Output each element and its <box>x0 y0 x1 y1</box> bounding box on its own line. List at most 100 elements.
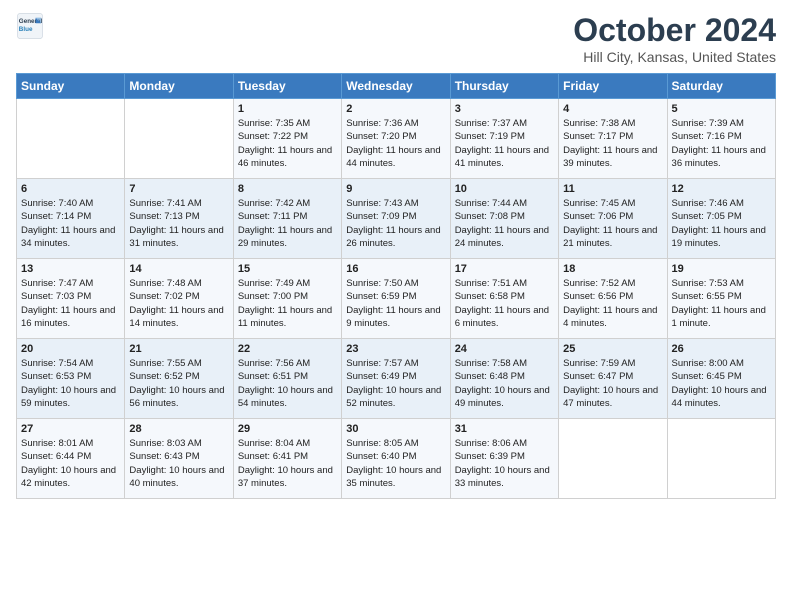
cell-info: Sunrise: 7:35 AM Sunset: 7:22 PM Dayligh… <box>238 117 337 170</box>
calendar-cell <box>125 99 233 179</box>
day-number: 19 <box>672 263 771 275</box>
calendar-week-row: 13 Sunrise: 7:47 AM Sunset: 7:03 PM Dayli… <box>17 259 776 339</box>
calendar-cell: 30Sunrise: 8:05 AM Sunset: 6:40 PM Dayli… <box>342 419 450 499</box>
cell-info: Sunrise: 8:01 AM Sunset: 6:44 PM Dayligh… <box>21 437 120 490</box>
cell-info: Sunrise: 7:56 AM Sunset: 6:51 PM Dayligh… <box>238 357 337 410</box>
calendar-cell: 27 Sunrise: 8:01 AM Sunset: 6:44 PM Dayli… <box>17 419 125 499</box>
cell-info: Sunrise: 7:46 AM Sunset: 7:05 PM Dayligh… <box>672 197 771 250</box>
calendar-cell: 14 Sunrise: 7:48 AM Sunset: 7:02 PM Dayli… <box>125 259 233 339</box>
svg-text:Blue: Blue <box>19 26 33 33</box>
calendar-cell: 5 Sunrise: 7:39 AM Sunset: 7:16 PM Daylig… <box>667 99 775 179</box>
cell-info: Sunrise: 7:49 AM Sunset: 7:00 PM Dayligh… <box>238 277 337 330</box>
day-number: 13 <box>21 263 120 275</box>
day-number: 14 <box>129 263 228 275</box>
calendar-cell: 29Sunrise: 8:04 AM Sunset: 6:41 PM Dayli… <box>233 419 341 499</box>
day-number: 3 <box>455 103 554 115</box>
calendar-cell: 17 Sunrise: 7:51 AM Sunset: 6:58 PM Dayli… <box>450 259 558 339</box>
calendar-cell <box>667 419 775 499</box>
cell-info: Sunrise: 7:38 AM Sunset: 7:17 PM Dayligh… <box>563 117 662 170</box>
day-number: 10 <box>455 183 554 195</box>
cell-info: Sunrise: 7:48 AM Sunset: 7:02 PM Dayligh… <box>129 277 228 330</box>
calendar-cell: 19 Sunrise: 7:53 AM Sunset: 6:55 PM Dayli… <box>667 259 775 339</box>
day-number: 5 <box>672 103 771 115</box>
calendar-cell: 9 Sunrise: 7:43 AM Sunset: 7:09 PM Daylig… <box>342 179 450 259</box>
logo: General Blue <box>16 12 44 40</box>
calendar-week-row: 1 Sunrise: 7:35 AM Sunset: 7:22 PM Daylig… <box>17 99 776 179</box>
calendar-cell: 15 Sunrise: 7:49 AM Sunset: 7:00 PM Dayli… <box>233 259 341 339</box>
cell-info: Sunrise: 8:03 AM Sunset: 6:43 PM Dayligh… <box>129 437 228 490</box>
day-number: 15 <box>238 263 337 275</box>
calendar-cell: 1 Sunrise: 7:35 AM Sunset: 7:22 PM Daylig… <box>233 99 341 179</box>
day-number: 23 <box>346 343 445 355</box>
calendar-cell: 25Sunrise: 7:59 AM Sunset: 6:47 PM Dayli… <box>559 339 667 419</box>
cell-info: Sunrise: 7:42 AM Sunset: 7:11 PM Dayligh… <box>238 197 337 250</box>
calendar-cell: 28 Sunrise: 8:03 AM Sunset: 6:43 PM Dayli… <box>125 419 233 499</box>
calendar-cell <box>17 99 125 179</box>
page: General Blue October 2024 Hill City, Kan… <box>0 0 792 612</box>
calendar-cell: 6 Sunrise: 7:40 AM Sunset: 7:14 PM Daylig… <box>17 179 125 259</box>
col-sunday: Sunday <box>17 74 125 99</box>
day-number: 20 <box>21 343 120 355</box>
title-block: October 2024 Hill City, Kansas, United S… <box>573 12 776 65</box>
day-number: 30 <box>346 423 445 435</box>
cell-info: Sunrise: 8:00 AM Sunset: 6:45 PM Dayligh… <box>672 357 771 410</box>
cell-info: Sunrise: 7:41 AM Sunset: 7:13 PM Dayligh… <box>129 197 228 250</box>
calendar-cell: 3Sunrise: 7:37 AM Sunset: 7:19 PM Daylig… <box>450 99 558 179</box>
day-number: 6 <box>21 183 120 195</box>
cell-info: Sunrise: 7:45 AM Sunset: 7:06 PM Dayligh… <box>563 197 662 250</box>
day-number: 12 <box>672 183 771 195</box>
day-number: 31 <box>455 423 554 435</box>
day-number: 7 <box>129 183 228 195</box>
calendar-cell: 23 Sunrise: 7:57 AM Sunset: 6:49 PM Dayli… <box>342 339 450 419</box>
calendar-cell: 16Sunrise: 7:50 AM Sunset: 6:59 PM Dayli… <box>342 259 450 339</box>
calendar-week-row: 20Sunrise: 7:54 AM Sunset: 6:53 PM Dayli… <box>17 339 776 419</box>
calendar-cell: 21Sunrise: 7:55 AM Sunset: 6:52 PM Dayli… <box>125 339 233 419</box>
calendar-header-row: Sunday Monday Tuesday Wednesday Thursday… <box>17 74 776 99</box>
cell-info: Sunrise: 7:43 AM Sunset: 7:09 PM Dayligh… <box>346 197 445 250</box>
calendar-cell: 2Sunrise: 7:36 AM Sunset: 7:20 PM Daylig… <box>342 99 450 179</box>
calendar-cell: 4Sunrise: 7:38 AM Sunset: 7:17 PM Daylig… <box>559 99 667 179</box>
day-number: 1 <box>238 103 337 115</box>
subtitle: Hill City, Kansas, United States <box>573 49 776 65</box>
cell-info: Sunrise: 7:55 AM Sunset: 6:52 PM Dayligh… <box>129 357 228 410</box>
col-thursday: Thursday <box>450 74 558 99</box>
col-monday: Monday <box>125 74 233 99</box>
calendar-cell: 24Sunrise: 7:58 AM Sunset: 6:48 PM Dayli… <box>450 339 558 419</box>
header: General Blue October 2024 Hill City, Kan… <box>16 12 776 65</box>
col-friday: Friday <box>559 74 667 99</box>
day-number: 28 <box>129 423 228 435</box>
cell-info: Sunrise: 7:39 AM Sunset: 7:16 PM Dayligh… <box>672 117 771 170</box>
calendar-cell: 31 Sunrise: 8:06 AM Sunset: 6:39 PM Dayli… <box>450 419 558 499</box>
calendar-week-row: 6 Sunrise: 7:40 AM Sunset: 7:14 PM Daylig… <box>17 179 776 259</box>
main-title: October 2024 <box>573 12 776 49</box>
cell-info: Sunrise: 7:57 AM Sunset: 6:49 PM Dayligh… <box>346 357 445 410</box>
calendar-cell: 8 Sunrise: 7:42 AM Sunset: 7:11 PM Daylig… <box>233 179 341 259</box>
cell-info: Sunrise: 7:44 AM Sunset: 7:08 PM Dayligh… <box>455 197 554 250</box>
calendar-cell: 11Sunrise: 7:45 AM Sunset: 7:06 PM Dayli… <box>559 179 667 259</box>
day-number: 8 <box>238 183 337 195</box>
calendar-cell <box>559 419 667 499</box>
day-number: 29 <box>238 423 337 435</box>
cell-info: Sunrise: 7:47 AM Sunset: 7:03 PM Dayligh… <box>21 277 120 330</box>
calendar-cell: 26Sunrise: 8:00 AM Sunset: 6:45 PM Dayli… <box>667 339 775 419</box>
calendar-cell: 7 Sunrise: 7:41 AM Sunset: 7:13 PM Daylig… <box>125 179 233 259</box>
day-number: 25 <box>563 343 662 355</box>
day-number: 16 <box>346 263 445 275</box>
day-number: 27 <box>21 423 120 435</box>
col-wednesday: Wednesday <box>342 74 450 99</box>
cell-info: Sunrise: 7:51 AM Sunset: 6:58 PM Dayligh… <box>455 277 554 330</box>
calendar-table: Sunday Monday Tuesday Wednesday Thursday… <box>16 73 776 499</box>
cell-info: Sunrise: 8:06 AM Sunset: 6:39 PM Dayligh… <box>455 437 554 490</box>
calendar-cell: 10 Sunrise: 7:44 AM Sunset: 7:08 PM Dayli… <box>450 179 558 259</box>
col-saturday: Saturday <box>667 74 775 99</box>
cell-info: Sunrise: 7:53 AM Sunset: 6:55 PM Dayligh… <box>672 277 771 330</box>
day-number: 9 <box>346 183 445 195</box>
cell-info: Sunrise: 7:52 AM Sunset: 6:56 PM Dayligh… <box>563 277 662 330</box>
cell-info: Sunrise: 7:40 AM Sunset: 7:14 PM Dayligh… <box>21 197 120 250</box>
day-number: 17 <box>455 263 554 275</box>
calendar-cell: 13 Sunrise: 7:47 AM Sunset: 7:03 PM Dayli… <box>17 259 125 339</box>
calendar-week-row: 27 Sunrise: 8:01 AM Sunset: 6:44 PM Dayli… <box>17 419 776 499</box>
calendar-cell: 12 Sunrise: 7:46 AM Sunset: 7:05 PM Dayli… <box>667 179 775 259</box>
logo-icon: General Blue <box>16 12 44 40</box>
calendar-cell: 18Sunrise: 7:52 AM Sunset: 6:56 PM Dayli… <box>559 259 667 339</box>
